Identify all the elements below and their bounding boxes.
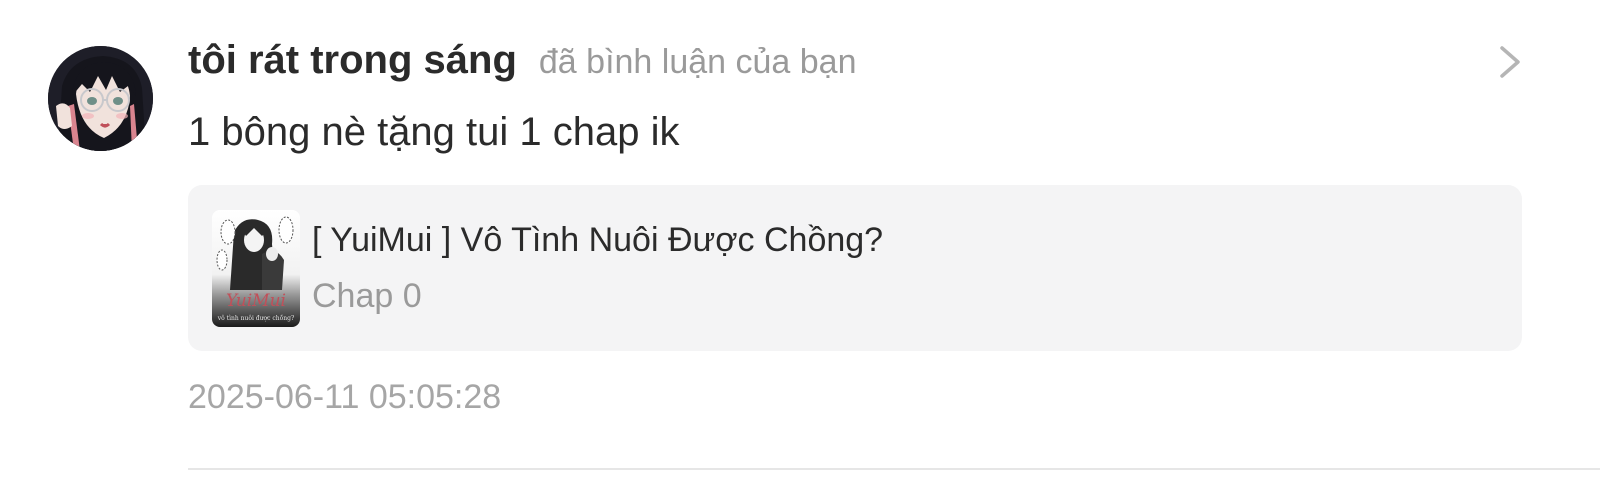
action-text: đã bình luận của bạn	[538, 43, 857, 81]
avatar-image	[48, 46, 153, 151]
work-title[interactable]: [ YuiMui ] Vô Tình Nuôi Được Chồng?	[312, 221, 883, 260]
work-cover[interactable]: YuiMui vô tình nuôi được chồng?	[212, 210, 300, 327]
chapter-label: Chap 0	[312, 277, 422, 315]
chevron-right-icon[interactable]	[1492, 40, 1532, 84]
timestamp: 2025-06-11 05:05:28	[188, 378, 502, 416]
cover-image: YuiMui vô tình nuôi được chồng?	[212, 210, 300, 327]
work-card[interactable]: YuiMui vô tình nuôi được chồng? [ YuiMui…	[188, 185, 1522, 351]
cover-caption: vô tình nuôi được chồng?	[217, 314, 294, 322]
cover-logo: YuiMui	[226, 291, 286, 311]
comment-notification[interactable]: tôi rát trong sáng đã bình luận của bạn …	[0, 0, 1600, 489]
divider	[188, 468, 1600, 470]
username[interactable]: tôi rát trong sáng	[188, 38, 517, 83]
user-avatar[interactable]	[48, 46, 153, 151]
comment-text: 1 bông nè tặng tui 1 chap ik	[188, 110, 680, 154]
notification-header: tôi rát trong sáng đã bình luận của bạn	[188, 38, 857, 90]
